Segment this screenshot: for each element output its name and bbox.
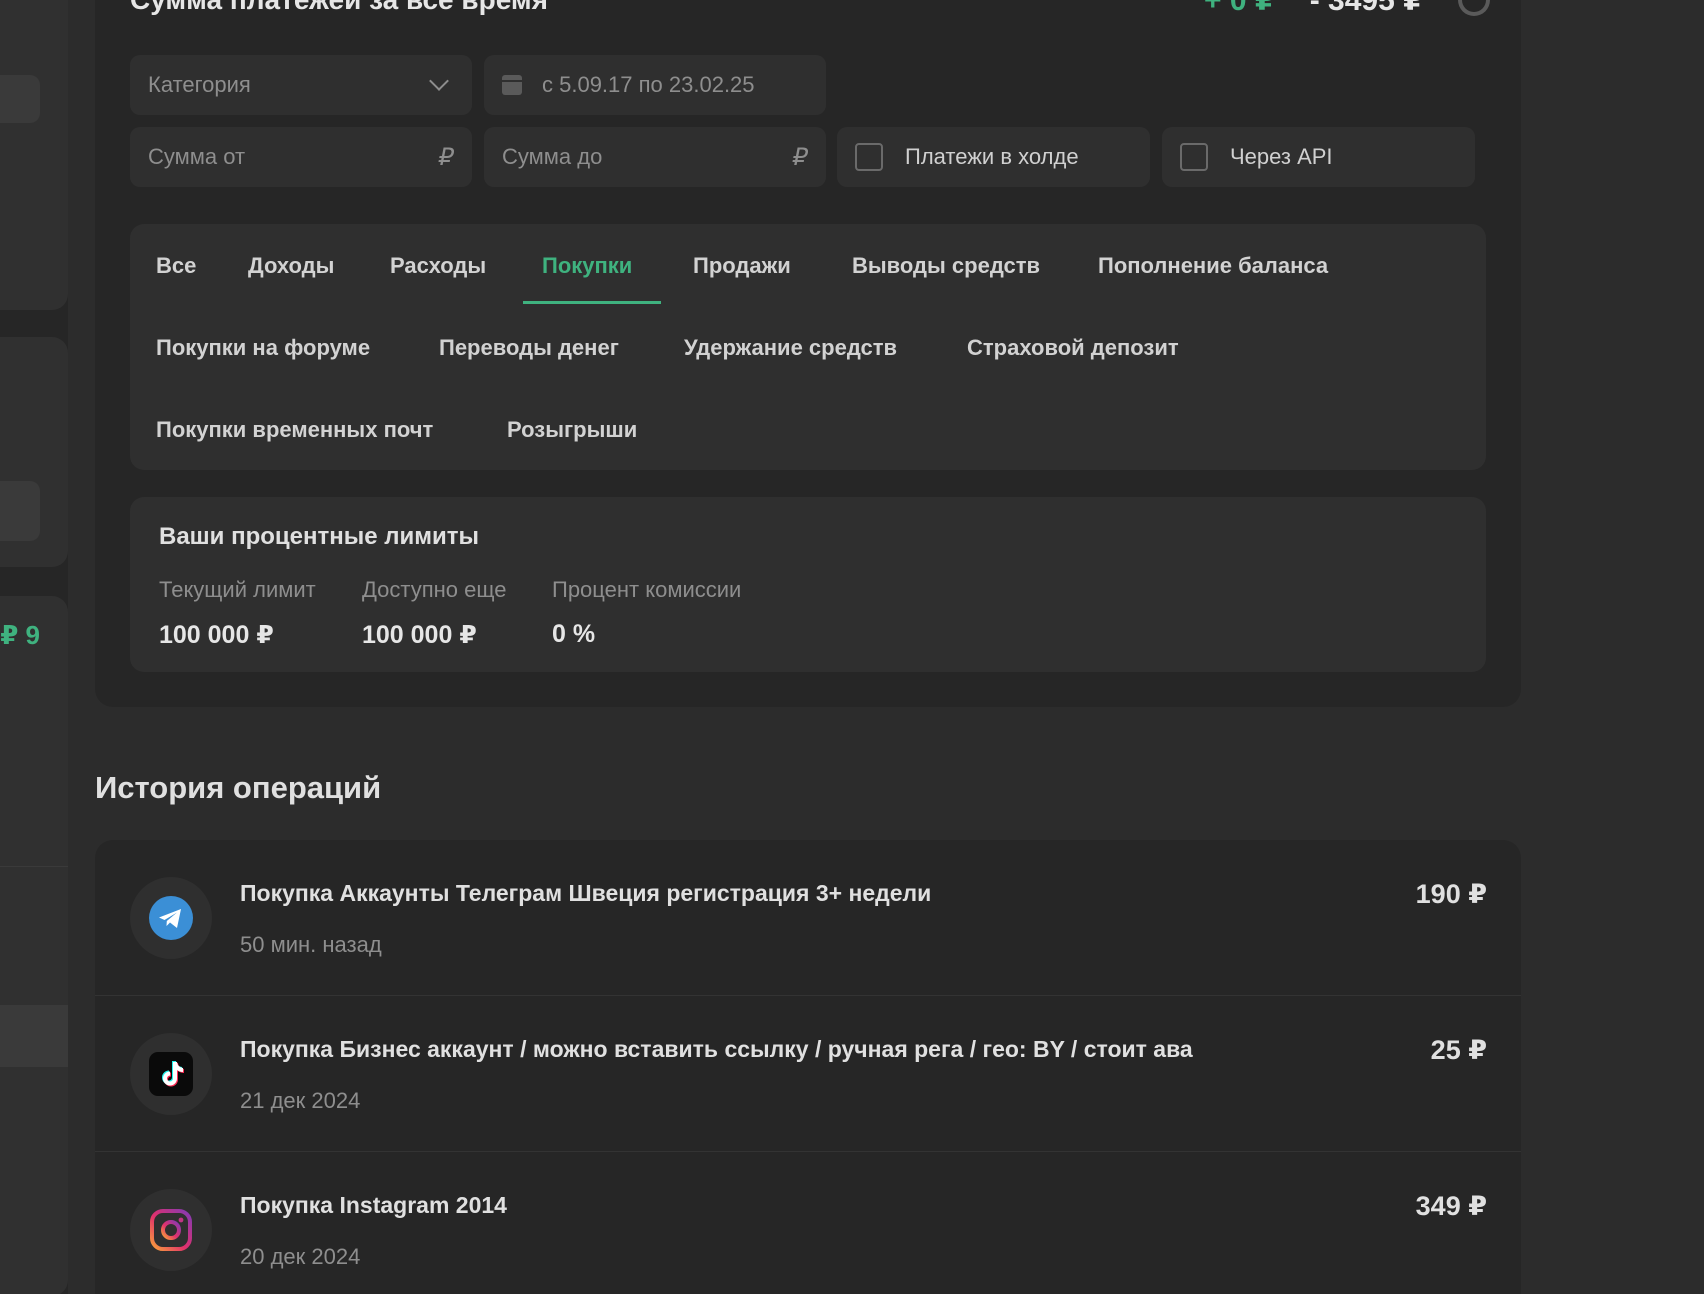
operation-title: Покупка Аккаунты Телеграм Швеция регистр… [240, 880, 932, 906]
instagram-icon [130, 1189, 212, 1271]
commission-label: Процент комиссии [552, 577, 742, 602]
category-placeholder: Категория [148, 72, 251, 97]
amount-to-placeholder: Сумма до [502, 144, 603, 169]
page-title: Сумма платежей за все время [130, 0, 548, 16]
telegram-icon [130, 877, 212, 959]
date-range-value: с 5.09.17 по 23.02.25 [542, 72, 755, 97]
current-limit-value: 100 000 ₽ [159, 621, 274, 649]
tab-sales[interactable]: Продажи [693, 253, 791, 279]
expense-sum: - 3495 ₽ [1309, 0, 1424, 17]
api-label: Через API [1230, 144, 1333, 169]
operation-time: 20 дек 2024 [240, 1244, 361, 1269]
amount-from-placeholder: Сумма от [148, 144, 246, 169]
limits-title: Ваши процентные лимиты [159, 523, 480, 550]
operation-amount: 25 ₽ [1430, 1035, 1487, 1065]
available-value: 100 000 ₽ [362, 621, 477, 649]
api-checkbox[interactable]: Через API [1162, 127, 1475, 187]
amount-from-input[interactable]: Сумма от ₽ [130, 127, 472, 187]
amount-to-input[interactable]: Сумма до ₽ [484, 127, 826, 187]
income-sum: + 0 ₽ [1203, 0, 1276, 17]
tab-money-transfers[interactable]: Переводы денег [439, 335, 619, 361]
tab-funds-hold[interactable]: Удержание средств [684, 335, 897, 361]
payments-summary-header: Сумма платежей за все время + 0 ₽ - 3495… [130, 0, 1490, 18]
hold-payments-checkbox[interactable]: Платежи в холде [837, 127, 1150, 187]
ruble-icon: ₽ [792, 143, 808, 171]
checkbox-icon[interactable] [855, 143, 883, 171]
operation-time: 50 мин. назад [240, 932, 382, 957]
operation-title: Покупка Бизнес аккаунт / можно вставить … [240, 1036, 1193, 1062]
operations-list: Покупка Аккаунты Телеграм Швеция регистр… [95, 840, 1521, 1294]
operation-amount: 349 ₽ [1415, 1191, 1487, 1221]
tab-balance-topup[interactable]: Пополнение баланса [1098, 253, 1328, 279]
tiktok-icon [130, 1033, 212, 1115]
refresh-icon[interactable] [1458, 0, 1490, 16]
calendar-icon [502, 75, 522, 95]
sidebar-balance: 9 ₽ [0, 620, 40, 650]
sidebar-button[interactable] [0, 481, 40, 541]
sidebar-card [0, 0, 68, 310]
sidebar-item[interactable] [0, 1005, 68, 1067]
tab-giveaways[interactable]: Розыгрыши [507, 417, 637, 443]
chevron-down-icon [429, 71, 449, 91]
list-item[interactable]: Покупка Бизнес аккаунт / можно вставить … [95, 996, 1521, 1152]
sidebar-button[interactable] [0, 75, 40, 123]
tab-withdrawals[interactable]: Выводы средств [852, 253, 1040, 279]
tab-insurance-deposit[interactable]: Страховой депозит [967, 335, 1179, 361]
hold-payments-label: Платежи в холде [905, 144, 1079, 169]
operation-time: 21 дек 2024 [240, 1088, 361, 1113]
date-range-picker[interactable]: с 5.09.17 по 23.02.25 [484, 55, 826, 115]
current-limit-label: Текущий лимит [159, 577, 316, 602]
left-sidebar: 9 ₽ [0, 0, 68, 1294]
operation-title: Покупка Instagram 2014 [240, 1192, 507, 1218]
category-select[interactable]: Категория [130, 55, 472, 115]
list-item[interactable]: Покупка Instagram 2014 20 дек 2024 349 ₽ [95, 1152, 1521, 1294]
list-item[interactable]: Покупка Аккаунты Телеграм Швеция регистр… [95, 840, 1521, 996]
available-label: Доступно еще [362, 577, 507, 602]
ruble-icon: ₽ [438, 143, 454, 171]
checkbox-icon[interactable] [1180, 143, 1208, 171]
limits-card: Ваши процентные лимиты Текущий лимит Дос… [130, 497, 1486, 672]
sidebar-divider [0, 866, 68, 867]
tab-all[interactable]: Все [156, 253, 196, 279]
tab-expenses[interactable]: Расходы [390, 253, 486, 279]
tab-forum-purchases[interactable]: Покупки на форуме [156, 335, 370, 361]
commission-value: 0 % [552, 620, 596, 648]
tab-temp-mail-purchases[interactable]: Покупки временных почт [156, 417, 433, 443]
operation-amount: 190 ₽ [1415, 879, 1487, 909]
history-title: История операций [95, 770, 382, 805]
active-tab-indicator [523, 301, 661, 304]
sidebar-card [0, 596, 68, 1294]
tab-income[interactable]: Доходы [248, 253, 334, 279]
tab-purchases[interactable]: Покупки [542, 253, 632, 279]
